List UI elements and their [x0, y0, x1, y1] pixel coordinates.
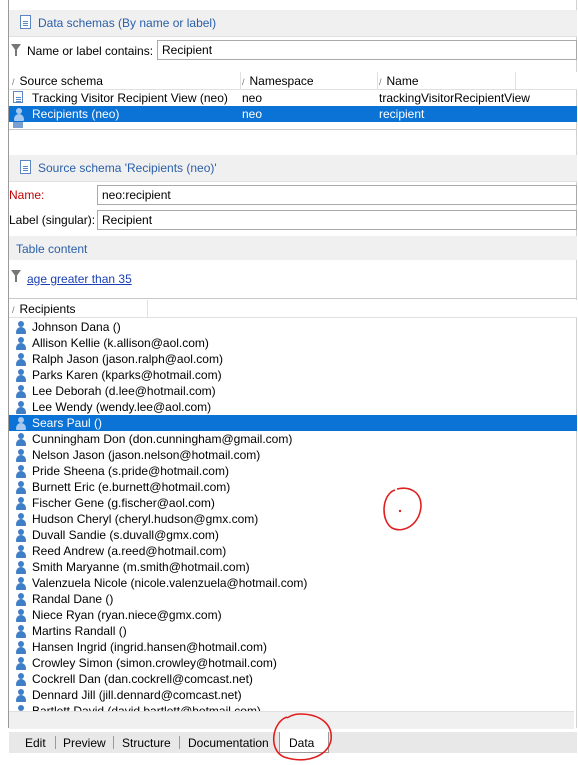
annotation-dot	[398, 509, 402, 513]
annotation-circle-cursor	[383, 487, 422, 531]
annotation-circle-data-tab	[273, 713, 332, 761]
annotation-overlay	[273, 487, 422, 761]
